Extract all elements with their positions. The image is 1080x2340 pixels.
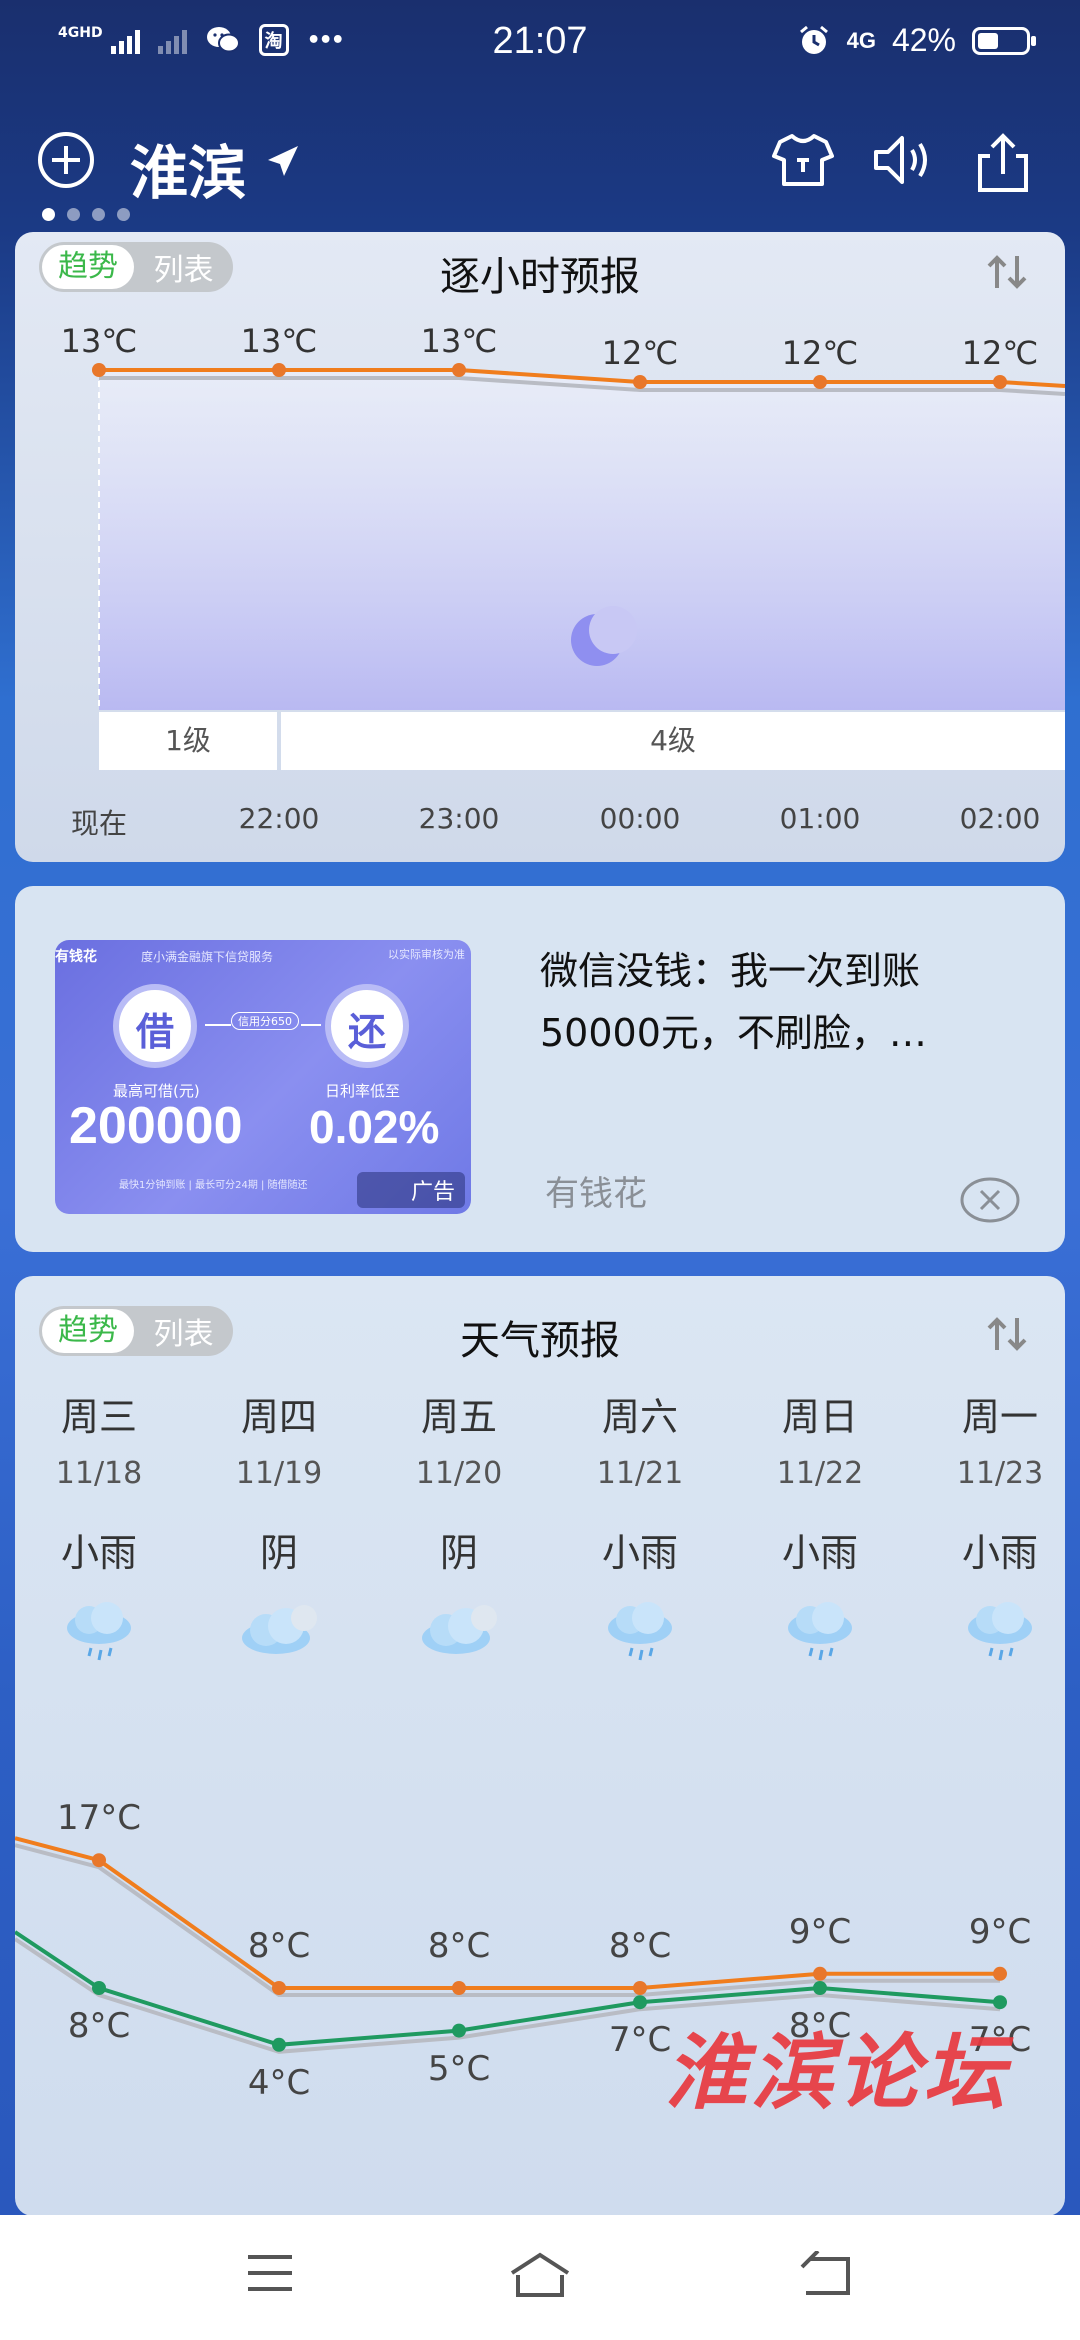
- rate-value: 0.02%: [309, 1101, 440, 1153]
- hourly-temp-label: 13℃: [420, 322, 498, 360]
- speaker-icon[interactable]: [870, 130, 936, 190]
- status-bar: 4GHD 淘 ••• 21:07 4G 42%: [0, 0, 1080, 90]
- repay-circle: 还: [325, 984, 409, 1068]
- high-temp-label: 9°C: [968, 1911, 1032, 1952]
- max-borrow-value: 200000: [69, 1097, 243, 1155]
- battery-icon: [972, 26, 1036, 55]
- high-temp-point: [92, 1853, 106, 1868]
- home-icon[interactable]: [508, 2251, 572, 2301]
- low-temp-point: [452, 2023, 466, 2038]
- borrow-circle: 借: [113, 984, 197, 1068]
- low-temp-point: [813, 1981, 827, 1995]
- ad-card[interactable]: 有钱花 度小满金融旗下信贷服务 以实际审核为准 借 信用分650 还 最高可借(…: [15, 886, 1065, 1252]
- page-indicator: [42, 208, 130, 221]
- wind-level-segment: 1级: [99, 712, 277, 770]
- ad-badge: 广告: [356, 1172, 465, 1208]
- rate-label: 日利率低至: [325, 1082, 401, 1100]
- high-temp-point: [452, 1981, 466, 1995]
- close-icon[interactable]: [959, 1176, 1021, 1224]
- hourly-temp-label: 13℃: [240, 322, 318, 360]
- low-temp-point: [633, 1995, 647, 2010]
- network-4g-indicator: 4G: [846, 27, 876, 53]
- wind-level-segment: 4级: [281, 712, 1065, 770]
- share-icon[interactable]: [970, 130, 1036, 196]
- low-temp-point: [272, 2037, 286, 2052]
- battery-percent: 42%: [891, 22, 956, 58]
- location-arrow-icon: [268, 146, 298, 176]
- watermark: 淮滨论坛: [665, 2025, 1009, 2121]
- hourly-temp-label: 12℃: [601, 334, 679, 372]
- ad-source: 有钱花: [545, 1174, 647, 1214]
- high-temp-label: 8°C: [247, 1926, 311, 1966]
- daily-forecast-card: 趋势 列表 天气预报 周三 11/18 小雨 周四 11/19 阴周五 11/20 阴周六 11…: [15, 1276, 1065, 2216]
- high-temp-label: 8°C: [608, 1926, 672, 1966]
- hourly-time-label: 01:00: [779, 802, 861, 835]
- low-temp-label: 4°C: [247, 2062, 311, 2103]
- back-icon[interactable]: [796, 2251, 852, 2297]
- ad-notice: 以实际审核为准: [388, 948, 465, 961]
- hourly-time-label: 02:00: [959, 802, 1041, 835]
- high-temp-point: [633, 1981, 647, 1995]
- high-temp-label: 17°C: [56, 1798, 142, 1839]
- system-nav-bar: [0, 2215, 1080, 2340]
- menu-icon[interactable]: [244, 2251, 296, 2295]
- alarm-icon: [799, 25, 828, 54]
- app-header: 淮滨: [0, 100, 1080, 230]
- low-temp-label: 8°C: [67, 2006, 131, 2046]
- hourly-temp-label: 13℃: [60, 322, 138, 360]
- hourly-temp-label: 12℃: [961, 334, 1039, 372]
- high-temp-point: [272, 1981, 286, 1995]
- hourly-temp-point: [272, 363, 286, 377]
- ad-headline[interactable]: 微信没钱：我一次到账50000元，不刷脸，…: [540, 940, 1030, 1064]
- high-temp-point: [993, 1966, 1007, 1981]
- low-temp-label: 5°C: [427, 2048, 491, 2089]
- hourly-temp-point: [813, 375, 827, 389]
- low-temp-point: [92, 1981, 106, 1995]
- high-temp-label: 8°C: [427, 1926, 491, 1966]
- ad-service: 度小满金融旗下信贷服务: [141, 950, 274, 964]
- hourly-time-label: 23:00: [418, 802, 500, 835]
- ad-footer: 最快1分钟到账 | 最长可分24期 | 随借随还: [119, 1180, 308, 1191]
- hourly-time-label: 现在: [70, 807, 128, 840]
- hourly-time-label: 22:00: [238, 802, 320, 835]
- high-temp-point: [813, 1966, 827, 1981]
- hourly-time-label: 00:00: [599, 802, 681, 835]
- hourly-temp-point: [92, 363, 106, 377]
- high-temp-label: 9°C: [788, 1911, 852, 1952]
- city-name[interactable]: 淮滨: [130, 126, 246, 210]
- add-city-button[interactable]: [38, 132, 94, 188]
- credit-score: 信用分650: [231, 1012, 299, 1030]
- hourly-temp-point: [993, 375, 1007, 389]
- ad-brand: 有钱花: [55, 949, 97, 965]
- hourly-forecast-card: 趋势 列表 逐小时预报 13℃ 13℃ 13℃ 12℃ 12℃ 12℃ 1级 4级 现在 2…: [15, 232, 1065, 862]
- ad-image[interactable]: 有钱花 度小满金融旗下信贷服务 以实际审核为准 借 信用分650 还 最高可借(…: [55, 940, 471, 1214]
- clothing-icon[interactable]: [770, 130, 836, 190]
- hourly-temp-label: 12℃: [781, 334, 859, 372]
- hourly-temp-point: [452, 363, 466, 377]
- hourly-temp-point: [633, 375, 647, 389]
- low-temp-label: 7°C: [608, 2020, 672, 2061]
